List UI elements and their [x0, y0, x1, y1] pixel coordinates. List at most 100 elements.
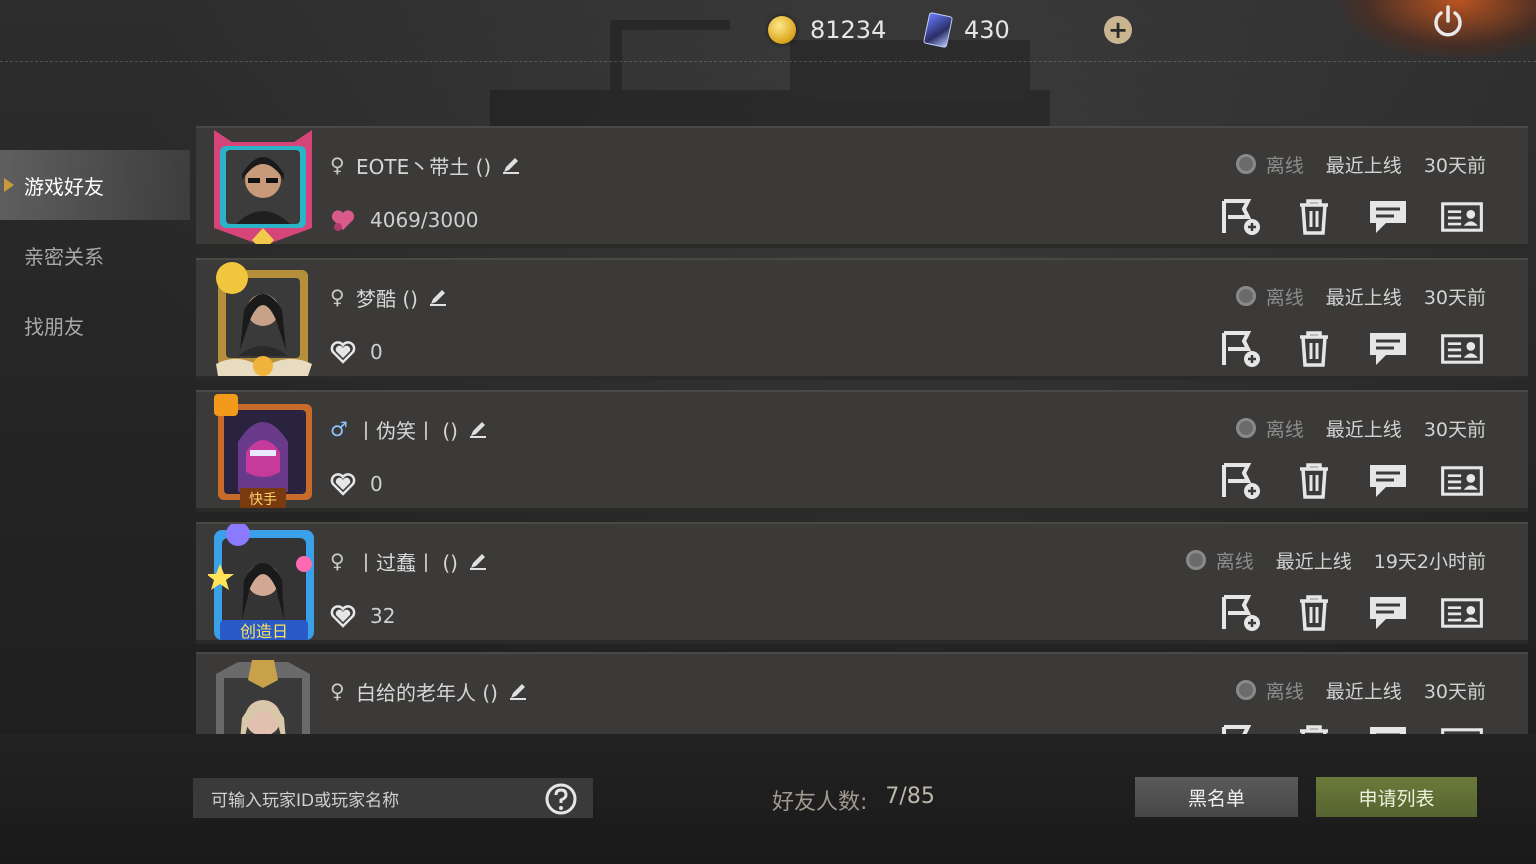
- edit-remark-icon[interactable]: [508, 681, 528, 701]
- id-card-icon: [1441, 598, 1483, 628]
- delete-friend-button[interactable]: [1290, 460, 1338, 502]
- online-status: 离线 最近上线 30天前: [1235, 282, 1486, 310]
- blacklist-button[interactable]: 黑名单: [1135, 777, 1298, 817]
- status-text: 离线: [1265, 680, 1304, 703]
- friend-row[interactable]: ♀ EOTE丶带土 () 4069/3000 离线 最近上线 30天前: [196, 126, 1528, 248]
- offline-dot-icon: [1235, 418, 1256, 438]
- row-actions: [1216, 460, 1486, 502]
- intimacy-value: 0: [370, 340, 383, 364]
- edit-remark-icon[interactable]: [468, 551, 488, 571]
- avatar[interactable]: [208, 654, 318, 734]
- invite-team-button[interactable]: [1216, 460, 1264, 502]
- edit-remark-icon[interactable]: [468, 419, 488, 439]
- invite-team-button[interactable]: [1216, 328, 1264, 370]
- card-amount: 430: [964, 16, 1010, 44]
- row-actions: [1216, 592, 1486, 634]
- delete-friend-button[interactable]: [1290, 722, 1338, 734]
- avatar[interactable]: [208, 260, 318, 380]
- friend-row[interactable]: 快手 ♂ 丨伪笑丨 () 0 离线 最近上线 30天前: [196, 390, 1528, 512]
- last-online-label: 最近上线: [1325, 418, 1402, 441]
- friend-count-value: 7/85: [885, 784, 935, 809]
- edit-remark-icon[interactable]: [428, 287, 448, 307]
- chat-button[interactable]: [1364, 460, 1412, 502]
- apply-list-button[interactable]: 申请列表: [1316, 777, 1477, 817]
- last-online-label: 最近上线: [1275, 550, 1352, 573]
- last-online-time: 30天前: [1423, 680, 1486, 703]
- heart-outline-icon: [330, 473, 356, 496]
- id-card-icon: [1441, 334, 1483, 364]
- id-card-icon: [1441, 728, 1483, 734]
- profile-button[interactable]: [1438, 328, 1486, 370]
- friend-name-line: ♀ 梦酷 (): [330, 284, 448, 311]
- online-status: 离线 最近上线 19天2小时前: [1185, 546, 1486, 574]
- profile-button[interactable]: [1438, 722, 1486, 734]
- apply-list-label: 申请列表: [1358, 787, 1435, 810]
- friend-name: 丨过蠢丨 (): [356, 550, 458, 575]
- gender-female-icon: ♀: [330, 153, 345, 177]
- profile-button[interactable]: [1438, 592, 1486, 634]
- heart-outline-icon: [330, 605, 356, 628]
- coin-balance: 81234: [768, 12, 886, 48]
- profile-button[interactable]: [1438, 196, 1486, 238]
- friend-row[interactable]: 创造日 ♀ 丨过蠢丨 () 32 离线 最近上线 19天2小时前: [196, 522, 1528, 644]
- online-status: 离线 最近上线 30天前: [1235, 676, 1486, 704]
- gender-female-icon: ♀: [330, 549, 345, 573]
- row-actions: [1216, 196, 1486, 238]
- gender-female-icon: ♀: [330, 285, 345, 309]
- friend-name-line: ♂ 丨伪笑丨 (): [330, 416, 488, 443]
- delete-friend-button[interactable]: [1290, 328, 1338, 370]
- invite-team-button[interactable]: [1216, 196, 1264, 238]
- avatar-badge-text: 创造日: [240, 622, 288, 641]
- gender-female-icon: ♀: [330, 679, 345, 703]
- chat-button[interactable]: [1364, 328, 1412, 370]
- delete-friend-button[interactable]: [1290, 196, 1338, 238]
- sidebar-item-find-friends[interactable]: 找朋友: [0, 290, 190, 360]
- question-mark-icon[interactable]: [544, 782, 578, 816]
- friend-name: EOTE丶带土 (): [356, 154, 492, 179]
- avatar[interactable]: 创造日: [208, 524, 318, 644]
- blacklist-label: 黑名单: [1187, 787, 1245, 810]
- online-status: 离线 最近上线 30天前: [1235, 414, 1486, 442]
- couple-hearts-icon: [331, 210, 355, 231]
- friend-name-line: ♀ EOTE丶带土 (): [330, 152, 521, 179]
- avatar[interactable]: 快手: [208, 392, 318, 512]
- delete-friend-button[interactable]: [1290, 592, 1338, 634]
- flag-plus-icon: [1222, 463, 1260, 499]
- plus-circle-icon[interactable]: +: [1104, 16, 1132, 44]
- friend-name-line: ♀ 丨过蠢丨 (): [330, 548, 488, 575]
- flag-plus-icon: [1222, 725, 1252, 734]
- last-online-time: 19天2小时前: [1373, 550, 1486, 573]
- invite-team-button[interactable]: [1216, 592, 1264, 634]
- friend-list[interactable]: ♀ EOTE丶带土 () 4069/3000 离线 最近上线 30天前 ♀ 梦酷…: [196, 126, 1528, 734]
- row-actions: [1216, 328, 1486, 370]
- avatar[interactable]: [208, 128, 318, 248]
- profile-button[interactable]: [1438, 460, 1486, 502]
- invite-team-button[interactable]: [1216, 722, 1264, 734]
- edit-remark-icon[interactable]: [501, 155, 521, 175]
- status-text: 离线: [1265, 418, 1304, 441]
- flag-plus-icon: [1222, 595, 1260, 631]
- flag-plus-icon: [1222, 331, 1260, 367]
- intimacy-value: 0: [370, 472, 383, 496]
- sidebar-item-label: 找朋友: [24, 314, 84, 339]
- friend-row[interactable]: ♀ 白给的老年人 () 53 离线 最近上线 30天前: [196, 652, 1528, 734]
- friend-count: 好友人数: 7/85: [772, 784, 935, 816]
- status-text: 离线: [1265, 154, 1304, 177]
- chat-button[interactable]: [1364, 722, 1412, 734]
- intimacy-value: 32: [370, 604, 396, 628]
- offline-dot-icon: [1235, 286, 1256, 306]
- chat-button[interactable]: [1364, 196, 1412, 238]
- search-placeholder: 可输入玩家ID或玩家名称: [211, 790, 400, 811]
- id-card-icon: [1441, 466, 1483, 496]
- chat-button[interactable]: [1364, 592, 1412, 634]
- power-icon[interactable]: [1430, 4, 1466, 40]
- online-status: 离线 最近上线 30天前: [1235, 150, 1486, 178]
- trash-icon: [1300, 725, 1328, 734]
- gender-male-icon: ♂: [330, 417, 348, 441]
- sidebar-item-game-friends[interactable]: 游戏好友: [0, 150, 190, 220]
- intimacy-line: 4069/3000: [330, 206, 479, 234]
- friend-row[interactable]: ♀ 梦酷 () 0 离线 最近上线 30天前: [196, 258, 1528, 380]
- player-search-input[interactable]: 可输入玩家ID或玩家名称: [193, 778, 593, 818]
- sidebar-item-intimate[interactable]: 亲密关系: [0, 220, 190, 290]
- sidebar: 游戏好友 亲密关系 找朋友: [0, 150, 190, 360]
